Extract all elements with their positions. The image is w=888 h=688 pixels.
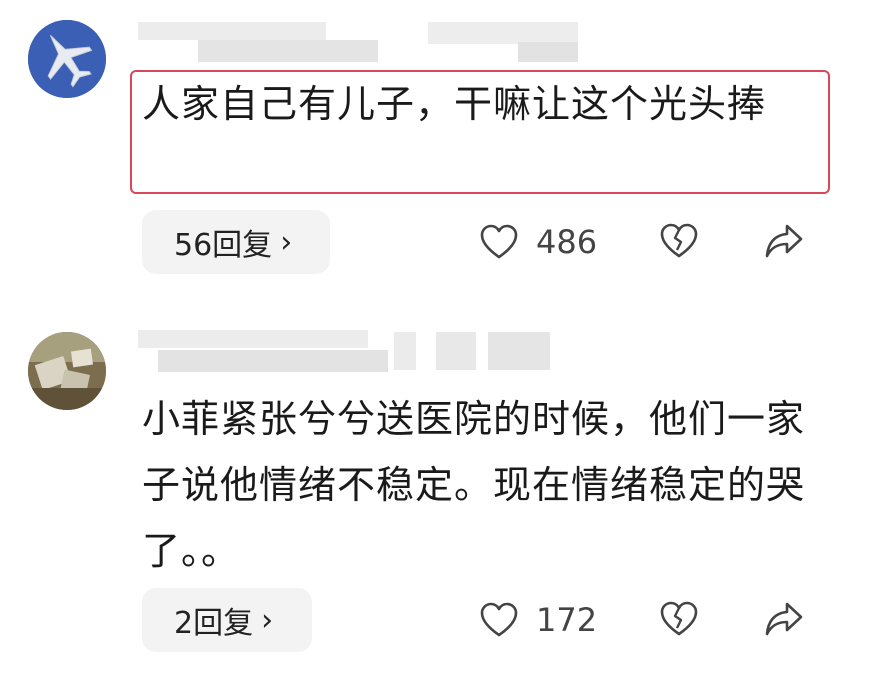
comment-item: 小菲紧张兮兮送医院的时候，他们一家子说他情绪不稳定。现在情绪稳定的哭了。。 2回… <box>0 318 888 688</box>
reply-button[interactable]: 56回复 › <box>142 210 330 274</box>
avatar[interactable] <box>28 20 106 98</box>
chevron-right-icon: › <box>261 602 274 638</box>
comment-text: 人家自己有儿子，干嘛让这个光头捧 <box>142 82 767 126</box>
broken-heart-icon <box>660 223 698 258</box>
dislike-button[interactable] <box>660 600 698 642</box>
heart-outline-icon <box>480 602 518 637</box>
share-arrow-icon <box>765 224 803 258</box>
comment-actions: 2回复 › 172 <box>0 586 888 656</box>
like-button[interactable]: 486 <box>480 220 597 264</box>
comment-item: 人家自己有儿子，干嘛让这个光头捧 56回复 › 486 <box>0 0 888 300</box>
avatar[interactable] <box>28 332 106 410</box>
share-arrow-icon <box>765 602 803 636</box>
reply-count-label: 56回复 <box>174 228 273 263</box>
comment-text: 小菲紧张兮兮送医院的时候，他们一家子说他情绪不稳定。现在情绪稳定的哭了。。 <box>142 397 806 573</box>
photo-avatar-icon <box>28 332 106 410</box>
chevron-right-icon: › <box>280 224 293 260</box>
heart-outline-icon <box>480 224 518 259</box>
reply-count-label: 2回复 <box>174 606 254 641</box>
jet-avatar-icon <box>28 20 106 98</box>
like-button[interactable]: 172 <box>480 598 597 642</box>
reply-button[interactable]: 2回复 › <box>142 588 312 652</box>
comment-actions: 56回复 › 486 <box>0 208 888 278</box>
share-button[interactable] <box>764 222 804 264</box>
share-button[interactable] <box>764 600 804 642</box>
broken-heart-icon <box>660 601 698 636</box>
like-count: 486 <box>536 223 598 261</box>
dislike-button[interactable] <box>660 222 698 264</box>
like-count: 172 <box>536 601 598 639</box>
